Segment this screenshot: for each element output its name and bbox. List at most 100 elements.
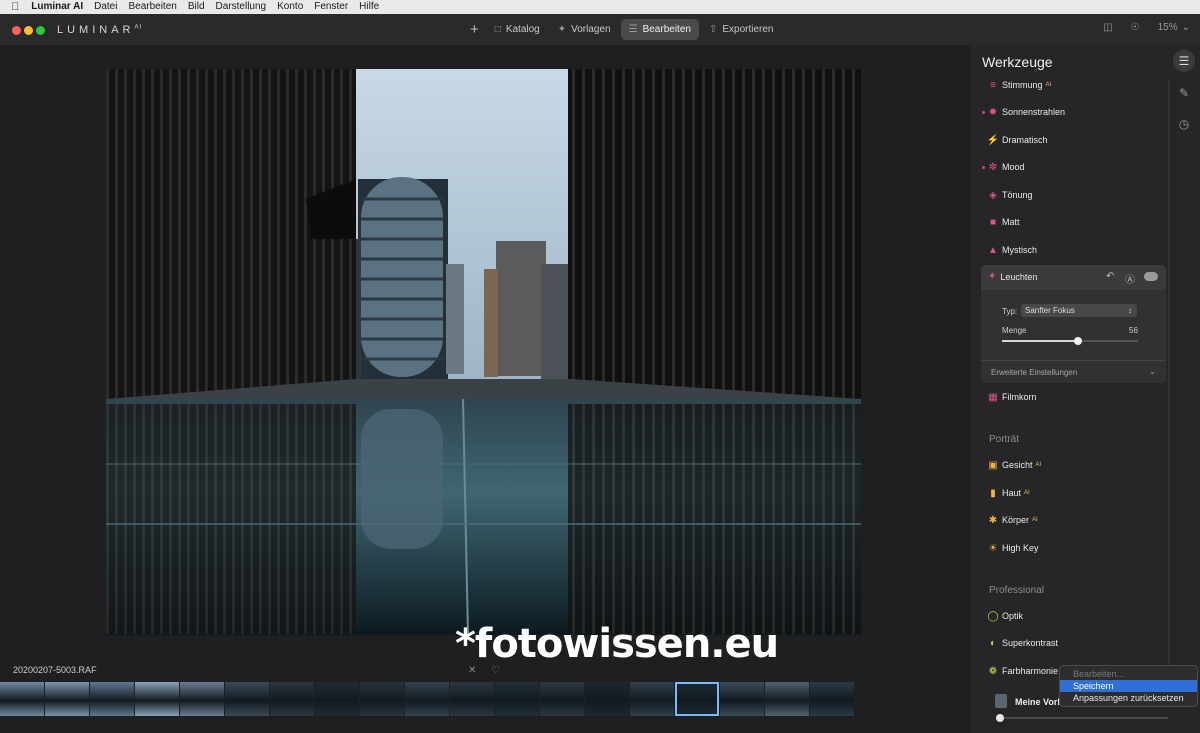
tool-highkey-label: High Key	[1002, 543, 1039, 553]
tab-katalog-label: Katalog	[505, 23, 540, 35]
zoom-window-button[interactable]	[36, 26, 45, 35]
tool-gesicht[interactable]: ▣ Gesicht AI	[988, 457, 1041, 473]
filmstrip-thumbnail[interactable]	[720, 682, 764, 716]
menu-item-konto[interactable]: Konto	[277, 0, 303, 14]
tool-haut[interactable]: ▮ Haut AI	[988, 485, 1030, 501]
menu-item-bearbeiten[interactable]: Bearbeiten	[128, 0, 176, 14]
template-strength-handle[interactable]	[996, 714, 1004, 722]
filmstrip-thumbnail[interactable]	[360, 682, 404, 716]
type-label: Typ:	[1002, 307, 1018, 316]
menu-item-bild[interactable]: Bild	[188, 0, 205, 14]
tool-leuchten[interactable]: ✦ Leuchten	[988, 271, 1037, 282]
filmstrip-thumbnail[interactable]	[270, 682, 314, 716]
tool-filmkorn[interactable]: ▦ Filmkorn	[988, 389, 1036, 405]
tab-katalog[interactable]: □ Katalog	[487, 19, 548, 40]
filmstrip-thumbnail[interactable]	[540, 682, 584, 716]
filmstrip-thumbnail[interactable]	[450, 682, 494, 716]
divider	[981, 360, 1166, 361]
top-navigation: + □ Katalog ✦ Vorlagen ☰ Bearbeiten ⇧ Ex…	[470, 18, 783, 40]
tool-mystisch[interactable]: ▲ Mystisch	[988, 242, 1037, 258]
filmstrip-thumbnail[interactable]	[675, 682, 719, 716]
minimize-window-button[interactable]	[24, 26, 33, 35]
amount-slider-track[interactable]	[1002, 337, 1138, 345]
tool-highkey[interactable]: ☀ High Key	[988, 540, 1039, 556]
compare-icon[interactable]: ◫	[1103, 22, 1112, 33]
filmstrip-thumbnail[interactable]	[0, 682, 44, 716]
filmstrip-thumbnail[interactable]	[315, 682, 359, 716]
tools-icon[interactable]: ☰	[1173, 50, 1195, 72]
type-select[interactable]: Sanfter Fokus ↕	[1021, 304, 1137, 317]
tool-farbharmonie[interactable]: ❁ Farbharmonie	[988, 663, 1058, 679]
tool-sonnenstrahlen[interactable]: ✹ Sonnenstrahlen	[988, 104, 1065, 120]
tool-koerper[interactable]: ✱ Körper AI	[988, 512, 1038, 528]
history-icon[interactable]: ◷	[1173, 113, 1195, 135]
body-icon: ✱	[988, 514, 998, 526]
tab-exportieren[interactable]: ⇧ Exportieren	[701, 19, 782, 40]
tool-matt-label: Matt	[1002, 217, 1020, 227]
my-templates-label[interactable]: Meine Vorla	[1015, 697, 1065, 707]
filmstrip-thumbnail[interactable]	[225, 682, 269, 716]
amount-slider-fill	[1002, 340, 1079, 342]
tab-vorlagen[interactable]: ✦ Vorlagen	[550, 19, 619, 40]
edited-photo[interactable]	[106, 69, 861, 635]
tab-bearbeiten-label: Bearbeiten	[642, 23, 691, 35]
menu-item-save[interactable]: Speichern	[1060, 680, 1197, 692]
filmstrip-thumbnail[interactable]	[90, 682, 134, 716]
tool-farbharmonie-label: Farbharmonie	[1002, 666, 1059, 676]
tool-dramatisch-label: Dramatisch	[1002, 135, 1048, 145]
tool-gesicht-label: Gesicht	[1002, 460, 1033, 470]
menu-item-hilfe[interactable]: Hilfe	[359, 0, 379, 14]
filmstrip-thumbnail[interactable]	[405, 682, 449, 716]
menu-item-fenster[interactable]: Fenster	[314, 0, 348, 14]
amount-slider-handle[interactable]	[1074, 337, 1083, 345]
eye-icon[interactable]: ☉	[1131, 22, 1140, 33]
filmstrip-thumbnail[interactable]	[180, 682, 224, 716]
apple-icon[interactable]: 	[11, 0, 19, 14]
menu-item-datei[interactable]: Datei	[94, 0, 117, 14]
tool-mood[interactable]: ✼ Mood	[988, 159, 1025, 175]
brush-icon[interactable]: ✎	[1173, 82, 1195, 104]
tool-matt[interactable]: ■ Matt	[988, 214, 1020, 230]
erase-icon[interactable]: Ⓐ	[1125, 271, 1135, 286]
zoom-level[interactable]: 15%	[1158, 22, 1178, 33]
close-window-button[interactable]	[12, 26, 21, 35]
panel-title: Werkzeuge	[982, 54, 1053, 70]
tool-superkontrast[interactable]: ◐ Superkontrast	[988, 635, 1058, 651]
ai-badge: AI	[1045, 82, 1052, 88]
filmstrip-thumbnail[interactable]	[765, 682, 809, 716]
panel-scrollbar[interactable]	[1168, 80, 1170, 690]
tool-stimmung[interactable]: ≡ Stimmung AI	[988, 77, 1051, 93]
tool-sonnenstrahlen-label: Sonnenstrahlen	[1002, 107, 1066, 117]
tool-toenung[interactable]: ◈ Tönung	[988, 187, 1032, 203]
plus-icon[interactable]: +	[470, 21, 479, 38]
menu-item-edit[interactable]: Bearbeiten...	[1060, 668, 1197, 680]
mood-icon: ✼	[988, 161, 998, 173]
reject-icon[interactable]: ✕	[468, 665, 476, 676]
ai-badge: AI	[1024, 490, 1030, 496]
menu-app-name[interactable]: Luminar AI	[31, 0, 83, 14]
square-icon: ■	[989, 216, 997, 228]
active-dot	[982, 111, 985, 114]
tool-koerper-label: Körper	[1002, 515, 1030, 525]
undo-icon[interactable]: ↶	[1106, 271, 1114, 282]
filmstrip-thumbnail[interactable]	[630, 682, 674, 716]
folder-icon: □	[494, 23, 501, 35]
tool-optik[interactable]: ◯ Optik	[987, 608, 1023, 624]
highkey-icon: ☀	[988, 542, 998, 554]
template-strength-slider[interactable]	[996, 714, 1168, 722]
filmstrip-thumbnail[interactable]	[45, 682, 89, 716]
filmstrip-thumbnail[interactable]	[135, 682, 179, 716]
tool-superkontrast-label: Superkontrast	[1002, 638, 1059, 648]
tool-dramatisch[interactable]: ⚡ Dramatisch	[987, 132, 1048, 148]
filmstrip-thumbnail[interactable]	[810, 682, 854, 716]
section-professional: Professional	[989, 585, 1045, 596]
tool-stimmung-label: Stimmung	[1002, 80, 1043, 90]
filmstrip-thumbnail[interactable]	[495, 682, 539, 716]
heart-icon[interactable]: ♡	[491, 665, 500, 676]
advanced-settings-toggle[interactable]: Erweiterte Einstellungen ⌄	[991, 367, 1156, 377]
menu-item-darstellung[interactable]: Darstellung	[216, 0, 267, 14]
filmstrip-thumbnail[interactable]	[585, 682, 629, 716]
menu-item-reset[interactable]: Anpassungen zurücksetzen	[1060, 692, 1197, 704]
visibility-toggle[interactable]	[1144, 272, 1158, 281]
tab-bearbeiten[interactable]: ☰ Bearbeiten	[620, 18, 699, 40]
